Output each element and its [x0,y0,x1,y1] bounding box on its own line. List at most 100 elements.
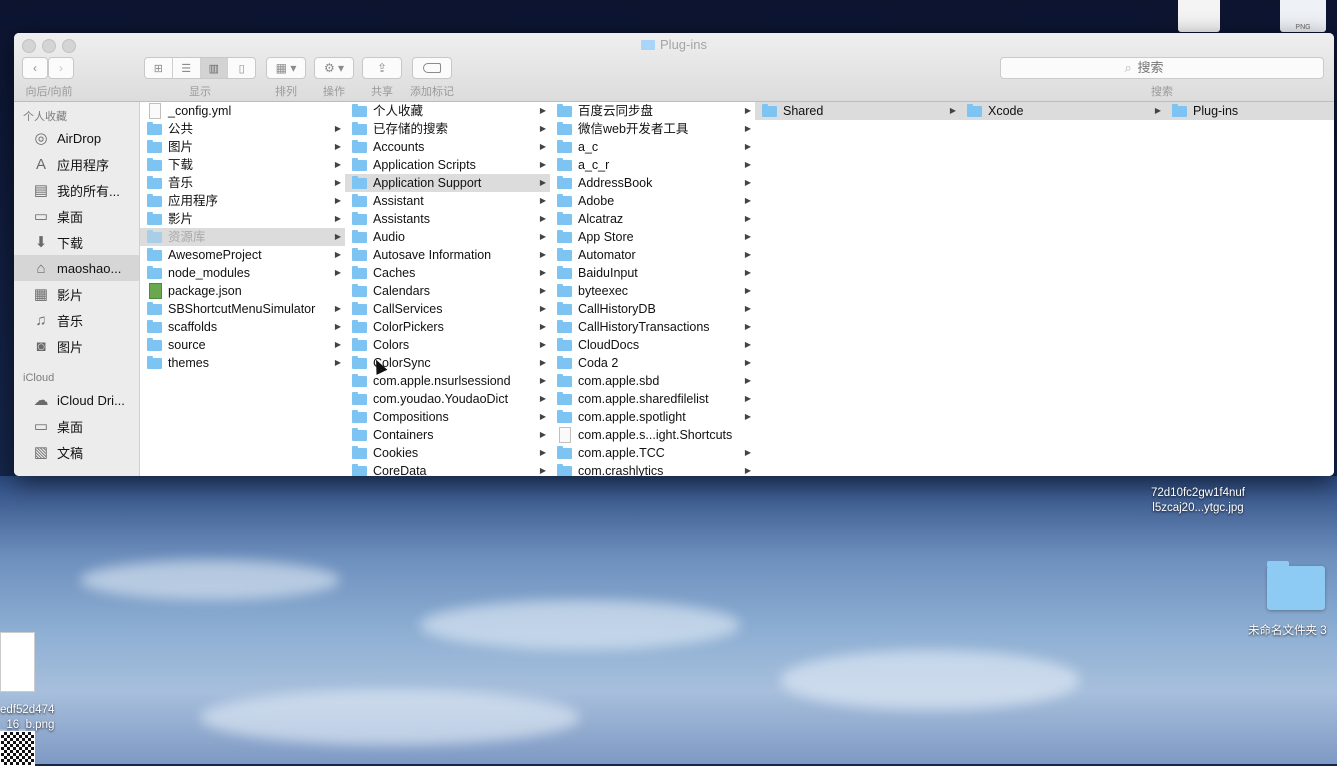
new-folder-label[interactable]: 未命名文件夹 3 [1248,624,1337,639]
sidebar-item-airdrop[interactable]: ◎ AirDrop [14,125,139,151]
search-input[interactable] [1135,59,1200,76]
list-item[interactable]: CallHistoryDB ▶ [550,300,755,318]
list-item[interactable]: Assistant ▶ [345,192,550,210]
list-item[interactable]: scaffolds ▶ [140,318,345,336]
list-item[interactable]: Containers ▶ [345,426,550,444]
file-icon [149,103,161,119]
list-item[interactable]: BaiduInput ▶ [550,264,755,282]
sidebar-item-applications[interactable]: A 应用程序 [14,151,139,177]
desktop-image-file-label[interactable]: 72d10fc2gw1f4nuf l5zcaj20...ytgc.jpg [1120,486,1276,516]
list-view-button[interactable]: ☰ [173,58,201,78]
list-item[interactable]: 图片 ▶ [140,138,345,156]
list-item[interactable]: Audio ▶ [345,228,550,246]
list-item[interactable]: com.apple.sharedfilelist ▶ [550,390,755,408]
list-item[interactable]: 资源库 ▶ [140,228,345,246]
list-item[interactable]: Colors ▶ [345,336,550,354]
sidebar-item-music[interactable]: ♫ 音乐 [14,307,139,333]
list-item[interactable]: Xcode ▶ [960,102,1165,120]
list-item[interactable]: Cookies ▶ [345,444,550,462]
sidebar-item-documents[interactable]: ▧ 文稿 [14,439,139,465]
chevron-right-icon: ▶ [539,250,546,259]
new-folder-icon[interactable] [1267,561,1325,610]
list-item[interactable]: a_c_r ▶ [550,156,755,174]
search-field[interactable]: ⌕ [1000,57,1324,79]
list-item[interactable]: 公共 ▶ [140,120,345,138]
qr-code-thumbnail[interactable] [0,731,35,766]
desktop-png-file-icon[interactable]: PNG [1280,0,1326,32]
list-item[interactable]: _config.yml [140,102,345,120]
list-item[interactable]: com.crashlytics ▶ [550,462,755,476]
list-item[interactable]: com.apple.TCC ▶ [550,444,755,462]
list-item[interactable]: ColorPickers ▶ [345,318,550,336]
sidebar-item-icloud-desktop[interactable]: ▭ 桌面 [14,413,139,439]
tag-button[interactable] [412,57,452,79]
list-item[interactable]: a_c ▶ [550,138,755,156]
forward-button[interactable]: › [48,57,74,79]
folder-icon [352,194,367,207]
icon-view-button[interactable]: ⊞ [145,58,173,78]
folder-icon [557,374,572,387]
sidebar-item-home[interactable]: ⌂ maoshao... [14,255,139,281]
list-item[interactable]: com.youdao.YoudaoDict ▶ [345,390,550,408]
item-name: CallHistoryTransactions [578,320,710,334]
toolbar: Plug-ins ‹ › 向后/向前 ⊞ ☰ ▥ ▯ 显示 ▦ ▾ 排列 ⚙ ▾… [14,33,1334,102]
list-item[interactable]: CallServices ▶ [345,300,550,318]
list-item[interactable]: Assistants ▶ [345,210,550,228]
list-item[interactable]: Plug-ins [1165,102,1334,120]
folder-tab [1267,561,1289,567]
list-item[interactable]: Calendars ▶ [345,282,550,300]
desktop-png-thumbnail[interactable] [0,632,35,692]
list-item[interactable]: Coda 2 ▶ [550,354,755,372]
list-item[interactable]: Automator ▶ [550,246,755,264]
list-item[interactable]: source ▶ [140,336,345,354]
share-button[interactable]: ⇪ [362,57,402,79]
sidebar-item-icloud-drive[interactable]: ☁ iCloud Dri... [14,387,139,413]
list-item[interactable]: 已存储的搜索 ▶ [345,120,550,138]
sidebar-item-pictures[interactable]: ◙ 图片 [14,333,139,359]
list-item[interactable]: Application Scripts ▶ [345,156,550,174]
list-item[interactable]: Application Support ▶ [345,174,550,192]
list-item[interactable]: Autosave Information ▶ [345,246,550,264]
list-item[interactable]: CloudDocs ▶ [550,336,755,354]
sidebar-item-downloads[interactable]: ⬇ 下载 [14,229,139,255]
list-item[interactable]: 影片 ▶ [140,210,345,228]
list-item[interactable]: App Store ▶ [550,228,755,246]
desktop-file-icon[interactable] [1178,0,1220,32]
column-application-support: 百度云同步盘 ▶ 微信web开发者工具 ▶ a_c ▶ a_c_r ▶ AddressBook ▶… [550,102,756,476]
action-button[interactable]: ⚙ ▾ [314,57,354,79]
list-item[interactable]: Caches ▶ [345,264,550,282]
list-item[interactable]: Compositions ▶ [345,408,550,426]
list-item[interactable]: node_modules ▶ [140,264,345,282]
cover-flow-button[interactable]: ▯ [228,58,255,78]
back-button[interactable]: ‹ [22,57,48,79]
sidebar-item-desktop[interactable]: ▭ 桌面 [14,203,139,229]
list-item[interactable]: AddressBook ▶ [550,174,755,192]
sidebar-item-all-files[interactable]: ▤ 我的所有... [14,177,139,203]
view-switcher: ⊞ ☰ ▥ ▯ [144,57,256,79]
list-item[interactable]: Accounts ▶ [345,138,550,156]
list-item[interactable]: 音乐 ▶ [140,174,345,192]
list-item[interactable]: CallHistoryTransactions ▶ [550,318,755,336]
list-item[interactable]: SBShortcutMenuSimulator ▶ [140,300,345,318]
list-item[interactable]: AwesomeProject ▶ [140,246,345,264]
list-item[interactable]: themes ▶ [140,354,345,372]
list-item[interactable]: com.apple.sbd ▶ [550,372,755,390]
list-item[interactable]: Shared ▶ [755,102,960,120]
desktop-png-file-label[interactable]: edf52d474 _16_b.png [0,703,70,733]
list-item[interactable]: Adobe ▶ [550,192,755,210]
list-item[interactable]: com.apple.spotlight ▶ [550,408,755,426]
list-item[interactable]: 个人收藏 ▶ [345,102,550,120]
item-name: Colors [373,338,410,352]
sidebar-item-movies[interactable]: ▦ 影片 [14,281,139,307]
list-item[interactable]: package.json [140,282,345,300]
list-item[interactable]: 百度云同步盘 ▶ [550,102,755,120]
list-item[interactable]: 下载 ▶ [140,156,345,174]
list-item[interactable]: Alcatraz ▶ [550,210,755,228]
list-item[interactable]: 微信web开发者工具 ▶ [550,120,755,138]
list-item[interactable]: 应用程序 ▶ [140,192,345,210]
column-view-button[interactable]: ▥ [200,58,229,78]
list-item[interactable]: byteexec ▶ [550,282,755,300]
list-item[interactable]: CoreData ▶ [345,462,550,476]
list-item[interactable]: com.apple.s...ight.Shortcuts [550,426,755,444]
arrange-button[interactable]: ▦ ▾ [266,57,306,79]
